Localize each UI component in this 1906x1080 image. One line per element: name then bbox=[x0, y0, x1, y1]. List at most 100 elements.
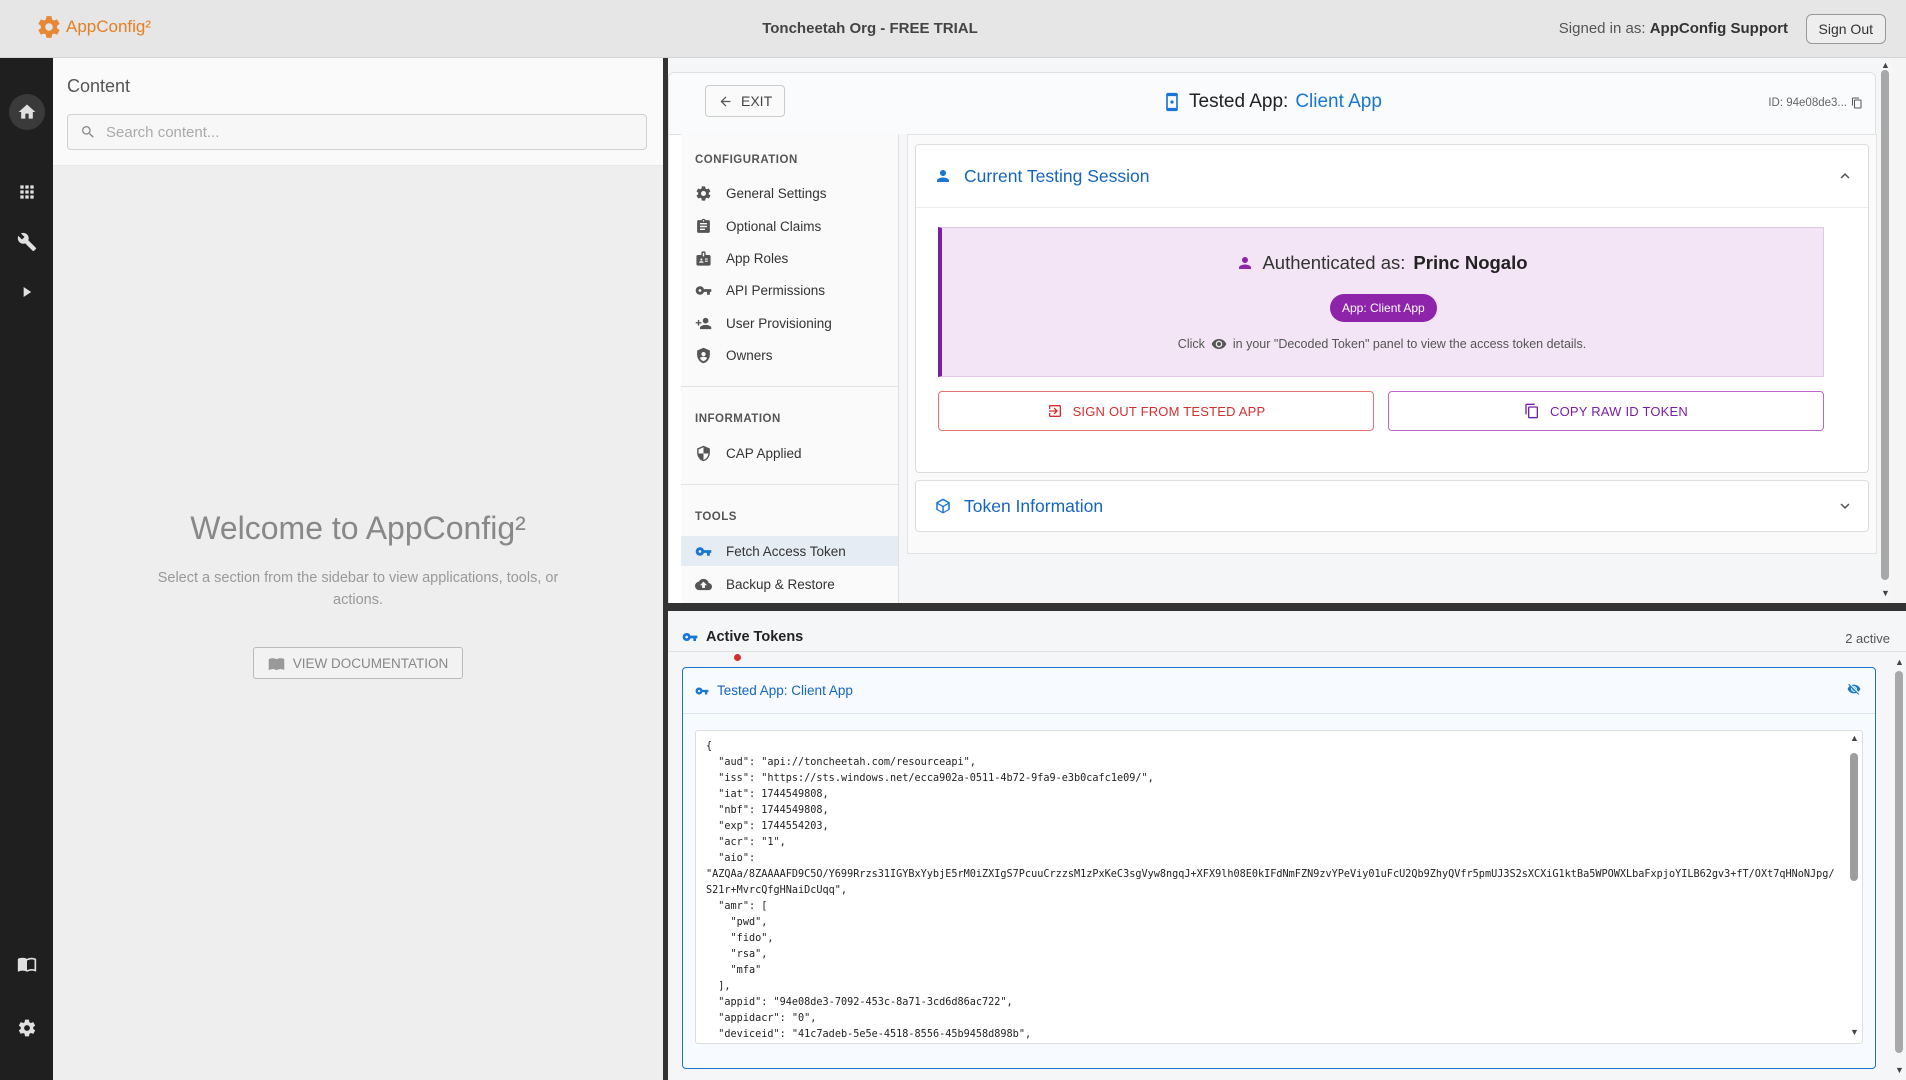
current-testing-session-header[interactable]: Current Testing Session bbox=[916, 145, 1868, 207]
book-icon[interactable] bbox=[9, 946, 45, 982]
token-card-title: Tested App: Client App bbox=[717, 683, 853, 698]
key-icon bbox=[682, 633, 698, 641]
token-information-title: Token Information bbox=[964, 495, 1104, 516]
authenticated-user: Princ Nogalo bbox=[1413, 252, 1528, 273]
search-input[interactable] bbox=[106, 123, 626, 141]
tested-app-prefix: Tested App: bbox=[1189, 91, 1289, 112]
section-title-configuration: CONFIGURATION bbox=[695, 154, 798, 166]
sidebar-item-backup-restore[interactable]: Backup & Restore bbox=[681, 569, 898, 599]
divider bbox=[916, 207, 1868, 208]
sign-out-tested-app-button[interactable]: SIGN OUT FROM TESTED APP bbox=[938, 391, 1374, 431]
copy-raw-id-token-label: COPY RAW ID TOKEN bbox=[1549, 403, 1688, 419]
sidebar-item-general-settings[interactable]: General Settings bbox=[681, 178, 898, 208]
owners-icon bbox=[697, 347, 710, 363]
chevron-up-icon[interactable] bbox=[1836, 167, 1854, 185]
key-icon bbox=[695, 687, 709, 694]
person-icon bbox=[1239, 257, 1252, 269]
sidebar-item-label: Backup & Restore bbox=[726, 576, 835, 592]
token-json-text: { "aud": "api://toncheetah.com/resourcea… bbox=[706, 741, 1835, 1040]
scroll-thumb[interactable] bbox=[1850, 753, 1858, 881]
eye-icon bbox=[1211, 339, 1227, 349]
org-title: Toncheetah Org - FREE TRIAL bbox=[762, 20, 978, 37]
config-sidebar: CONFIGURATION General Settings Optional … bbox=[681, 134, 899, 603]
content-header: Content bbox=[53, 58, 663, 166]
sidebar-item-label: Owners bbox=[726, 347, 773, 363]
json-scrollbar[interactable]: ▲ ▼ bbox=[1848, 731, 1860, 1043]
copy-raw-id-token-button[interactable]: COPY RAW ID TOKEN bbox=[1388, 391, 1824, 431]
sidebar-item-fetch-access-token[interactable]: Fetch Access Token bbox=[681, 536, 898, 566]
top-scrollbar[interactable]: ▲ ▼ bbox=[1878, 58, 1892, 603]
scroll-down-arrow[interactable]: ▼ bbox=[1850, 1027, 1859, 1037]
decoded-token-json[interactable]: { "aud": "api://toncheetah.com/resourcea… bbox=[695, 730, 1863, 1044]
scroll-thumb[interactable] bbox=[1895, 671, 1903, 1053]
scroll-thumb[interactable] bbox=[1881, 70, 1889, 580]
copy-icon bbox=[1525, 403, 1538, 419]
wrench-icon[interactable] bbox=[9, 224, 45, 260]
divider bbox=[668, 651, 1906, 652]
scroll-down-arrow[interactable]: ▼ bbox=[1895, 1065, 1904, 1075]
section-title-tools: TOOLS bbox=[695, 511, 737, 523]
view-documentation-button[interactable]: VIEW DOCUMENTATION bbox=[252, 647, 464, 679]
authenticated-line: Authenticated as: Princ Nogalo bbox=[942, 252, 1822, 274]
sidebar-item-cap-applied[interactable]: CAP Applied bbox=[681, 438, 898, 468]
welcome-block: Welcome to AppConfig² Select a section f… bbox=[53, 510, 663, 679]
cube-icon bbox=[936, 498, 950, 514]
scroll-up-arrow[interactable]: ▲ bbox=[1895, 657, 1904, 667]
config-main: Current Testing Session Authenticated as… bbox=[899, 134, 1877, 603]
welcome-text: Select a section from the sidebar to vie… bbox=[157, 570, 559, 608]
gear-icon bbox=[696, 185, 711, 201]
sidebar-item-api-permissions[interactable]: API Permissions bbox=[681, 275, 898, 305]
sidebar-item-label: Fetch Access Token bbox=[726, 543, 846, 559]
token-information-header[interactable]: Token Information bbox=[916, 481, 1868, 531]
sign-out-tested-app-label: SIGN OUT FROM TESTED APP bbox=[1072, 403, 1266, 419]
scroll-down-arrow[interactable]: ▼ bbox=[1881, 588, 1890, 598]
sidebar-item-user-provisioning[interactable]: User Provisioning bbox=[681, 308, 898, 338]
signed-in-user: AppConfig Support bbox=[1649, 20, 1788, 37]
eye-off-icon[interactable] bbox=[1847, 682, 1861, 696]
badge-icon bbox=[696, 250, 711, 266]
active-tokens-count: 2 active bbox=[1845, 631, 1890, 646]
sidebar-item-owners[interactable]: Owners bbox=[681, 340, 898, 370]
person-add-icon bbox=[695, 317, 712, 329]
token-card-header[interactable]: Tested App: Client App bbox=[683, 668, 1875, 714]
notification-dot bbox=[734, 654, 741, 661]
active-tokens-area: Active Tokens 2 active Tested App: Clien… bbox=[668, 611, 1906, 1080]
active-tokens-title: Active Tokens bbox=[706, 629, 804, 645]
sign-out-button[interactable]: Sign Out bbox=[1805, 14, 1886, 44]
current-testing-session-panel: Current Testing Session Authenticated as… bbox=[915, 144, 1869, 473]
welcome-title: Welcome to AppConfig² bbox=[190, 510, 526, 546]
bottom-scrollbar[interactable]: ▲ ▼ bbox=[1892, 657, 1906, 1080]
scroll-up-arrow[interactable]: ▲ bbox=[1850, 733, 1859, 743]
app-id-text: ID: 94e08de3... bbox=[1768, 97, 1847, 109]
authenticated-prefix: Authenticated as: bbox=[1262, 252, 1406, 273]
chevron-down-icon[interactable] bbox=[1836, 497, 1854, 515]
horizontal-resize-handle[interactable] bbox=[668, 603, 1906, 611]
token-information-panel: Token Information bbox=[915, 480, 1869, 532]
app-chip: App: Client App bbox=[1330, 294, 1437, 322]
tested-app-name: Client App bbox=[1295, 91, 1382, 112]
sidebar-item-label: API Permissions bbox=[726, 282, 826, 298]
divider bbox=[681, 484, 898, 485]
home-icon[interactable] bbox=[9, 94, 45, 130]
content-title: Content bbox=[67, 76, 131, 96]
hint-suffix: in your "Decoded Token" panel to view th… bbox=[1232, 337, 1587, 351]
sidebar-item-app-roles[interactable]: App Roles bbox=[681, 243, 898, 273]
scroll-up-arrow[interactable]: ▲ bbox=[1881, 60, 1890, 70]
sidebar-item-label: User Provisioning bbox=[726, 315, 832, 331]
signed-in-prefix: Signed in as: bbox=[1558, 20, 1646, 37]
play-icon[interactable] bbox=[9, 274, 45, 310]
tested-app-header: EXIT Tested App: Client App ID: 94e08de3… bbox=[669, 73, 1875, 135]
app-id-label[interactable]: ID: 94e08de3... bbox=[1768, 97, 1863, 109]
signed-in-label: Signed in as: AppConfig Support bbox=[1559, 20, 1788, 37]
sidebar-item-optional-claims[interactable]: Optional Claims bbox=[681, 211, 898, 241]
clipboard-icon bbox=[697, 218, 710, 233]
app-settings-icon bbox=[1166, 92, 1178, 112]
person-icon bbox=[937, 170, 949, 182]
apps-grid-icon[interactable] bbox=[9, 174, 45, 210]
current-testing-session-title: Current Testing Session bbox=[964, 165, 1150, 186]
logout-icon bbox=[1048, 405, 1061, 417]
auth-info-box: Authenticated as: Princ Nogalo App: Clie… bbox=[938, 227, 1824, 377]
gear-icon[interactable] bbox=[9, 1010, 45, 1046]
section-title-information: INFORMATION bbox=[695, 413, 781, 425]
sidebar-item-label: Optional Claims bbox=[726, 218, 822, 234]
